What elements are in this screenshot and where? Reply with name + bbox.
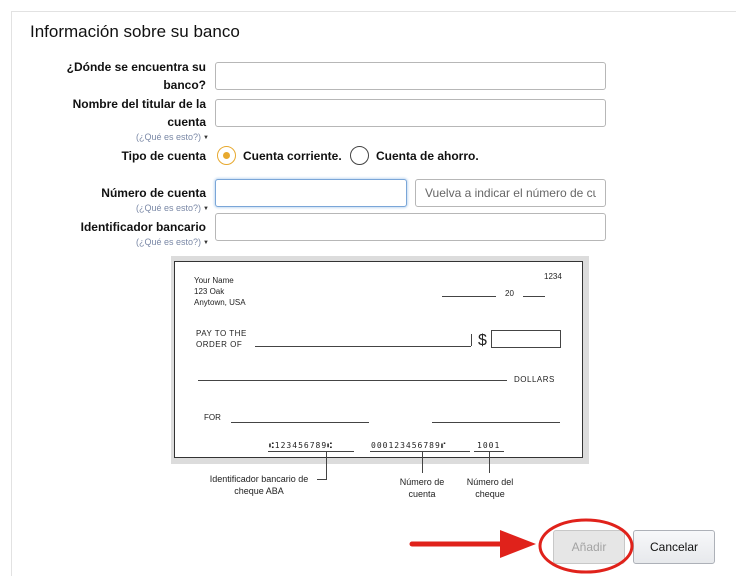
routing-bracket bbox=[268, 451, 354, 452]
section-title: Información sobre su banco bbox=[30, 22, 240, 41]
micr-account: 000123456789⑈ bbox=[371, 441, 447, 450]
micr-routing: ⑆123456789⑆ bbox=[269, 441, 333, 450]
caption-account: Número de cuenta bbox=[399, 477, 445, 499]
date-line-end bbox=[523, 296, 545, 297]
account-number-input[interactable] bbox=[215, 179, 407, 207]
highlight-ellipse bbox=[538, 518, 634, 574]
radio-savings[interactable] bbox=[350, 146, 369, 165]
account-number-help-link[interactable]: (¿Qué es esto?) ▼ bbox=[136, 203, 209, 213]
date-year: 20 bbox=[505, 289, 514, 298]
check-number-pointer bbox=[489, 451, 490, 473]
micr-check: 1001 bbox=[477, 441, 501, 450]
account-type-label: Tipo de cuenta bbox=[121, 149, 206, 163]
caret-down-icon: ▼ bbox=[203, 206, 209, 212]
arrow-head bbox=[500, 530, 536, 558]
bank-id-label: Identificador bancario bbox=[80, 220, 206, 234]
payee-line-end bbox=[471, 334, 472, 346]
pay-to-line1: PAY TO THE bbox=[196, 329, 247, 338]
radio-savings-label[interactable]: Cuenta de ahorro. bbox=[376, 149, 479, 163]
for-label: FOR bbox=[204, 413, 221, 422]
account-holder-input[interactable] bbox=[215, 99, 606, 127]
radio-checking-label[interactable]: Cuenta corriente. bbox=[243, 149, 342, 163]
caret-down-icon: ▼ bbox=[203, 135, 209, 141]
memo-line bbox=[231, 422, 369, 423]
check-number: 1234 bbox=[544, 272, 562, 281]
check-address-line2: Anytown, USA bbox=[194, 298, 246, 307]
caret-down-icon: ▼ bbox=[203, 240, 209, 246]
amount-box bbox=[491, 330, 561, 348]
check-address-line1: 123 Oak bbox=[194, 287, 225, 296]
account-holder-help-link[interactable]: (¿Qué es esto?) ▼ bbox=[136, 132, 209, 142]
cancel-button[interactable]: Cancelar bbox=[633, 530, 715, 564]
caption-check-number: Número del cheque bbox=[466, 477, 514, 499]
bank-id-input[interactable] bbox=[215, 213, 606, 241]
routing-pointer bbox=[326, 451, 327, 479]
dollars-label: DOLLARS bbox=[514, 375, 555, 384]
pay-to-line2: ORDER OF bbox=[196, 340, 243, 349]
bank-location-input[interactable] bbox=[215, 62, 606, 90]
account-pointer bbox=[422, 451, 423, 473]
signature-line bbox=[432, 422, 560, 423]
currency-symbol: $ bbox=[478, 332, 487, 349]
amount-words-line bbox=[198, 380, 507, 381]
date-line bbox=[442, 296, 496, 297]
check-illustration: Your Name 123 Oak Anytown, USA 1234 20 P… bbox=[174, 261, 583, 458]
account-holder-label: Nombre del titular de la cuenta bbox=[72, 97, 206, 129]
radio-checking[interactable] bbox=[217, 146, 236, 165]
account-number-label: Número de cuenta bbox=[101, 186, 206, 200]
check-name: Your Name bbox=[194, 276, 234, 285]
account-number-confirm-input[interactable] bbox=[415, 179, 606, 207]
payee-line bbox=[255, 346, 471, 347]
red-circle-annotation bbox=[538, 518, 634, 574]
caption-routing: Identificador bancario de cheque ABA bbox=[209, 474, 309, 496]
bank-location-label: ¿Dónde se encuentra su banco? bbox=[66, 60, 206, 92]
check-example-image: Your Name 123 Oak Anytown, USA 1234 20 P… bbox=[171, 256, 589, 464]
bank-id-help-link[interactable]: (¿Qué es esto?) ▼ bbox=[136, 237, 209, 247]
account-bracket bbox=[370, 451, 470, 452]
red-arrow-annotation bbox=[409, 530, 536, 558]
